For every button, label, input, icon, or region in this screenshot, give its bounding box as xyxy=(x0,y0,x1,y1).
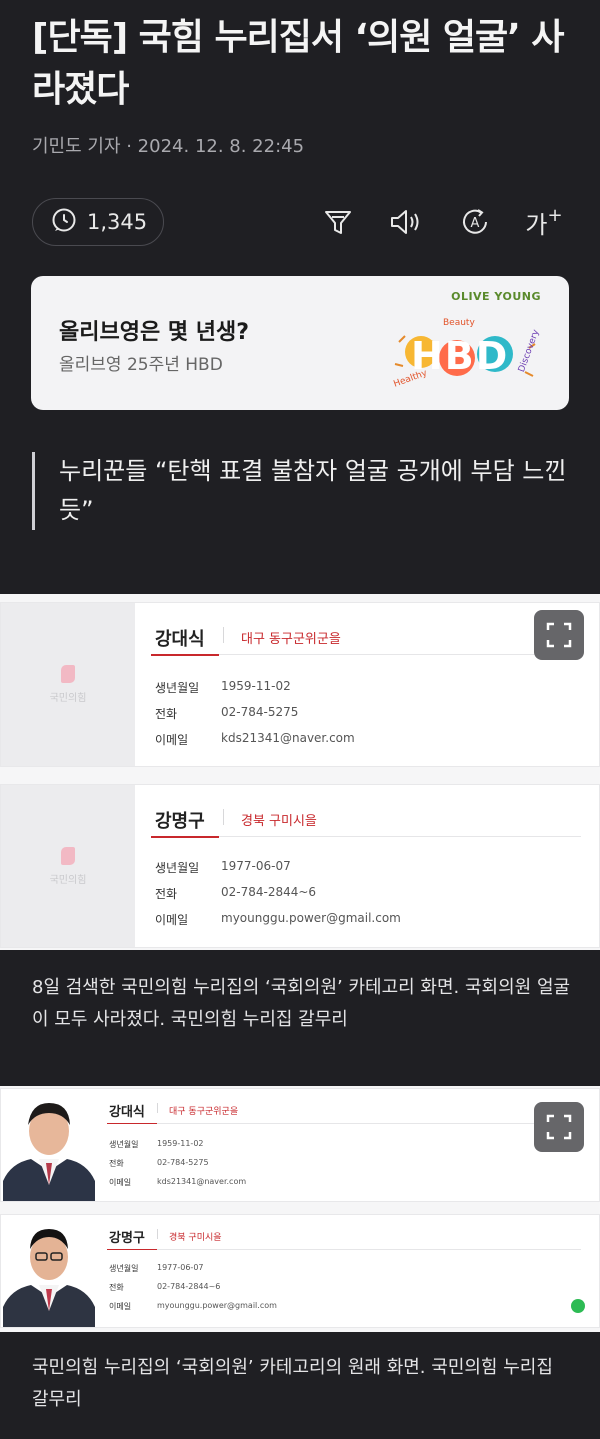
phone-label: 전화 xyxy=(109,1159,124,1168)
member-district: 경북 구미시을 xyxy=(241,814,317,829)
member-photo xyxy=(1,1089,97,1201)
phone-label: 전화 xyxy=(155,887,178,901)
pull-quote: 누리꾼들 “탄핵 표결 불참자 얼굴 공개에 부담 느낀 듯” xyxy=(32,452,572,530)
expand-icon[interactable] xyxy=(534,1102,584,1152)
email-label: 이메일 xyxy=(109,1178,132,1187)
ad-art-word-beauty: Beauty xyxy=(443,318,475,328)
birth-value: 1977-06-07 xyxy=(157,1263,204,1272)
font-size-label: 가 xyxy=(525,210,548,239)
member-photo xyxy=(1,1215,97,1327)
email-label: 이메일 xyxy=(109,1302,132,1311)
member-district: 경북 구미시을 xyxy=(169,1233,222,1243)
email-label: 이메일 xyxy=(155,913,189,927)
phone-value: 02-784-2844~6 xyxy=(221,885,317,899)
placeholder-label: 국민의힘 xyxy=(49,874,87,886)
member-card: 강대식 대구 동구군위군을 생년월일 1959-11-02 전화 02-784-… xyxy=(0,1088,600,1202)
member-card: 국민의힘 강대식 대구 동구군위군을 생년월일 1959-11-02 전화 02… xyxy=(0,602,600,767)
ad-hbd-art: HBD Beauty Discovery Healthy xyxy=(379,312,549,396)
member-district: 대구 동구군위군을 xyxy=(169,1107,239,1117)
article-byline: 기민도 기자 · 2024. 12. 8. 22:45 xyxy=(32,136,305,157)
speaker-icon[interactable] xyxy=(386,202,426,242)
font-size-icon[interactable]: 가 + xyxy=(522,202,566,242)
email-value: kds21341@naver.com xyxy=(157,1177,247,1186)
party-logo-icon xyxy=(61,665,75,683)
comment-icon xyxy=(51,207,77,238)
member-name: 강대식 xyxy=(109,1105,145,1120)
article-title: [단독] 국힘 누리집서 ‘의원 얼굴’ 사라졌다 xyxy=(32,17,564,110)
screenshot-original: 강대식 대구 동구군위군을 생년월일 1959-11-02 전화 02-784-… xyxy=(0,1086,600,1332)
birth-value: 1959-11-02 xyxy=(221,679,291,693)
member-card: 강명구 경북 구미시을 생년월일 1977-06-07 전화 02-784-28… xyxy=(0,1214,600,1328)
email-value: myounggu.power@gmail.com xyxy=(157,1301,277,1310)
image-caption: 국민의힘 누리집의 ‘국회의원’ 카테고리의 원래 화면. 국민의힘 누리집 갈… xyxy=(32,1357,553,1410)
birth-label: 생년월일 xyxy=(109,1140,139,1149)
birth-label: 생년월일 xyxy=(155,861,200,875)
svg-text:A: A xyxy=(471,216,480,231)
photo-placeholder: 국민의힘 xyxy=(1,785,135,947)
email-label: 이메일 xyxy=(155,733,189,747)
email-value: myounggu.power@gmail.com xyxy=(221,911,401,925)
image-caption: 8일 검색한 국민의힘 누리집의 ‘국회의원’ 카테고리 화면. 국회의원 얼굴… xyxy=(32,977,571,1030)
email-value: kds21341@naver.com xyxy=(221,731,355,745)
birth-label: 생년월일 xyxy=(109,1264,139,1273)
ad-title: 올리브영은 몇 년생? xyxy=(59,320,250,345)
phone-label: 전화 xyxy=(155,707,178,721)
comment-button[interactable]: 1,345 xyxy=(32,198,164,246)
comment-count: 1,345 xyxy=(87,210,148,234)
birth-value: 1959-11-02 xyxy=(157,1139,204,1148)
birth-label: 생년월일 xyxy=(155,681,200,695)
member-district: 대구 동구군위군을 xyxy=(241,632,341,647)
member-card: 국민의힘 강명구 경북 구미시을 생년월일 1977-06-07 전화 02-7… xyxy=(0,784,600,948)
ad-subtitle: 올리브영 25주년 HBD xyxy=(59,355,223,375)
photo-placeholder: 국민의힘 xyxy=(1,603,135,766)
member-name: 강명구 xyxy=(155,811,205,832)
phone-value: 02-784-2844~6 xyxy=(157,1282,221,1291)
screenshot-faces-removed: 국민의힘 강대식 대구 동구군위군을 생년월일 1959-11-02 전화 02… xyxy=(0,594,600,950)
placeholder-label: 국민의힘 xyxy=(49,693,87,704)
ad-banner[interactable]: 올리브영은 몇 년생? 올리브영 25주년 HBD OLIVE YOUNG HB… xyxy=(31,276,569,410)
party-logo-icon xyxy=(61,846,75,865)
translate-icon[interactable]: A xyxy=(455,202,495,242)
phone-value: 02-784-5275 xyxy=(157,1158,209,1167)
phone-label: 전화 xyxy=(109,1283,124,1292)
filter-icon[interactable] xyxy=(318,202,358,242)
status-dot-icon xyxy=(571,1299,585,1313)
expand-icon[interactable] xyxy=(534,610,584,660)
member-name: 강명구 xyxy=(109,1231,145,1246)
phone-value: 02-784-5275 xyxy=(221,705,299,719)
member-name: 강대식 xyxy=(155,629,205,650)
ad-brand-logo: OLIVE YOUNG xyxy=(451,290,541,303)
birth-value: 1977-06-07 xyxy=(221,859,291,873)
